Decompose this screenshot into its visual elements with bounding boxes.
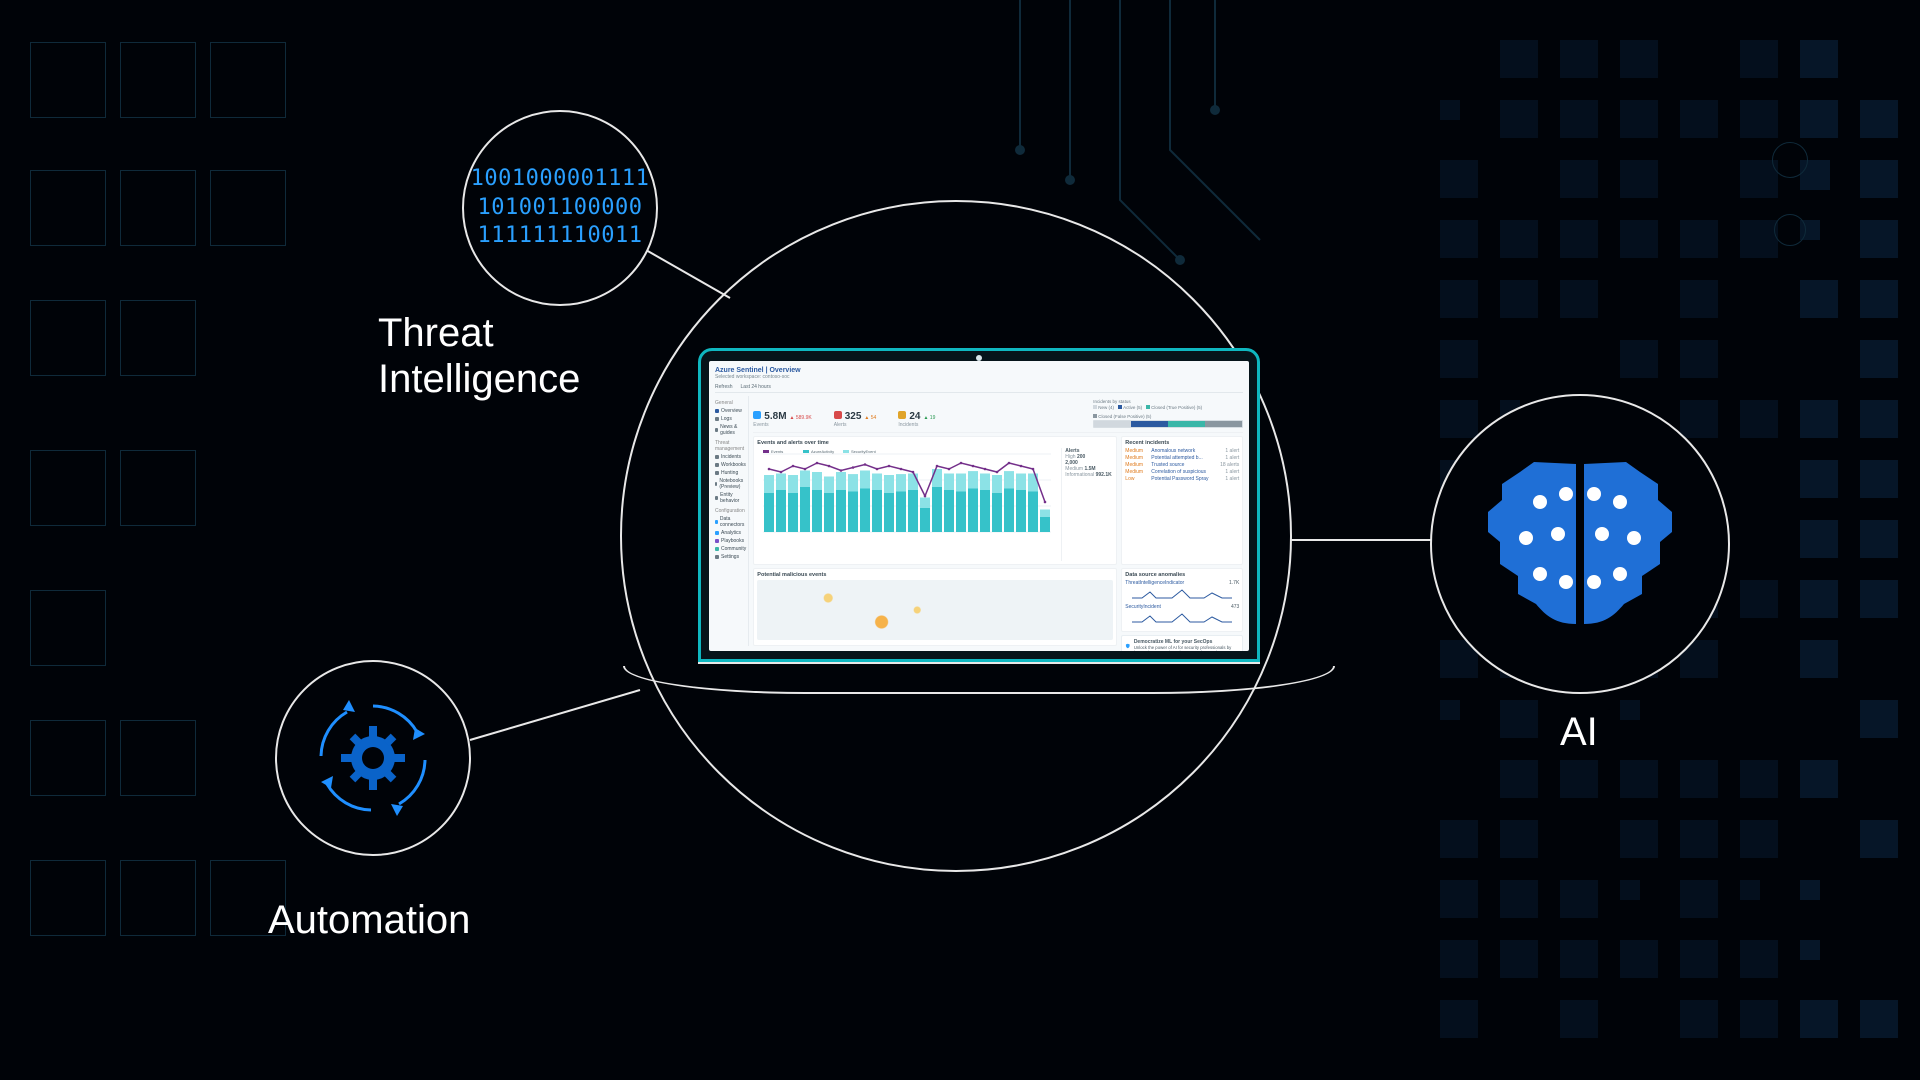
sidebar-item[interactable]: Workbooks (715, 462, 746, 468)
shield-icon (1125, 639, 1131, 651)
kpi-incidents: 24 ▲ 19 Incidents (898, 411, 935, 428)
recent-incidents-panel: Recent incidents MediumAnomalous network… (1121, 436, 1243, 565)
kpi-events: 5.8M ▲ 589.9K Events (753, 411, 811, 428)
laptop: Azure Sentinel | Overview Selected works… (623, 348, 1335, 694)
world-map (757, 580, 1113, 640)
sidebar-group: Configuration (715, 508, 746, 514)
svg-text:Events: Events (771, 449, 783, 454)
sidebar-group: Threat management (715, 440, 746, 452)
sidebar-item[interactable]: Data connectors (715, 516, 746, 528)
automation-node (275, 660, 471, 856)
incident-row[interactable]: MediumCorrelation of suspicious1 alert (1125, 469, 1239, 475)
anomaly-row: ThreatIntelligenceIndicator1.7K (1125, 580, 1239, 604)
alerts-side-row: Informational 992.1K (1065, 472, 1113, 478)
sidebar-item[interactable]: Incidents (715, 454, 746, 460)
page-subtitle: Selected workspace: contoso-soc (715, 374, 1243, 380)
toolbar: Refresh Last 24 hours (715, 384, 1243, 393)
gear-rotate-icon (303, 688, 443, 828)
sidebar-item[interactable]: Notebooks (Preview) (715, 478, 746, 490)
page-title: Azure Sentinel | Overview (715, 367, 1243, 374)
threat-intelligence-label: Threat Intelligence (378, 310, 580, 402)
sidebar-item[interactable]: Entity behavior (715, 492, 746, 504)
sidebar-group: General (715, 400, 746, 406)
incident-status: Incidents by status New (4)Active (5)Clo… (1093, 399, 1243, 428)
kpi-row: 5.8M ▲ 589.9K Events 325 ▲ 54 Alerts (753, 396, 1243, 433)
sentinel-dashboard: Azure Sentinel | Overview Selected works… (709, 361, 1249, 651)
incident-row[interactable]: MediumTrusted source18 alerts (1125, 462, 1239, 468)
sidebar-item[interactable]: Logs (715, 416, 746, 422)
incident-row[interactable]: MediumPotential attempted b...1 alert (1125, 455, 1239, 461)
sidebar-item[interactable]: News & guides (715, 424, 746, 436)
sidebar-item[interactable]: Analytics (715, 530, 746, 536)
kpi-alerts: 325 ▲ 54 Alerts (834, 411, 877, 428)
toolbar-timerange[interactable]: Last 24 hours (741, 384, 771, 390)
sidebar-item[interactable]: Playbooks (715, 538, 746, 544)
alerts-side: Alerts High 2002,000Medium 1.5MInformati… (1061, 448, 1113, 561)
svg-text:AzureActivity: AzureActivity (811, 449, 834, 454)
events-chart-panel: Events and alerts over time EventsAzureA… (753, 436, 1117, 565)
ai-label: AI (1560, 710, 1598, 755)
incident-row[interactable]: LowPotential Password Spray1 alert (1125, 476, 1239, 482)
events-chart: Events AzureActivity SecurityEvent (757, 448, 1057, 538)
anomalies-panel: Data source anomalies ThreatIntelligence… (1121, 568, 1243, 632)
alerts-icon (834, 411, 842, 419)
map-panel: Potential malicious events (753, 568, 1117, 646)
svg-text:SecurityEvent: SecurityEvent (851, 449, 877, 454)
sidebar-item[interactable]: Community (715, 546, 746, 552)
sidebar-item[interactable]: Hunting (715, 470, 746, 476)
promo-panel: Democratize ML for your SecOps Unlock th… (1121, 635, 1243, 651)
laptop-base (623, 666, 1335, 694)
incidents-icon (898, 411, 906, 419)
toolbar-refresh[interactable]: Refresh (715, 384, 733, 390)
events-icon (753, 411, 761, 419)
sidebar: General Overview Logs News & guides Threat m… (715, 396, 749, 646)
threat-intelligence-node: 1001000001111 101001100000 111111110011 (462, 110, 658, 306)
brain-icon (1480, 454, 1680, 634)
ai-node (1430, 394, 1730, 694)
incident-row[interactable]: MediumAnomalous network1 alert (1125, 448, 1239, 454)
sidebar-item[interactable]: Overview (715, 408, 746, 414)
binary-code-icon: 1001000001111 101001100000 111111110011 (471, 165, 650, 251)
sidebar-item[interactable]: Settings (715, 554, 746, 560)
anomaly-row: SecurityIncident473 (1125, 604, 1239, 628)
automation-label: Automation (268, 898, 470, 943)
laptop-screen-frame: Azure Sentinel | Overview Selected works… (698, 348, 1260, 662)
